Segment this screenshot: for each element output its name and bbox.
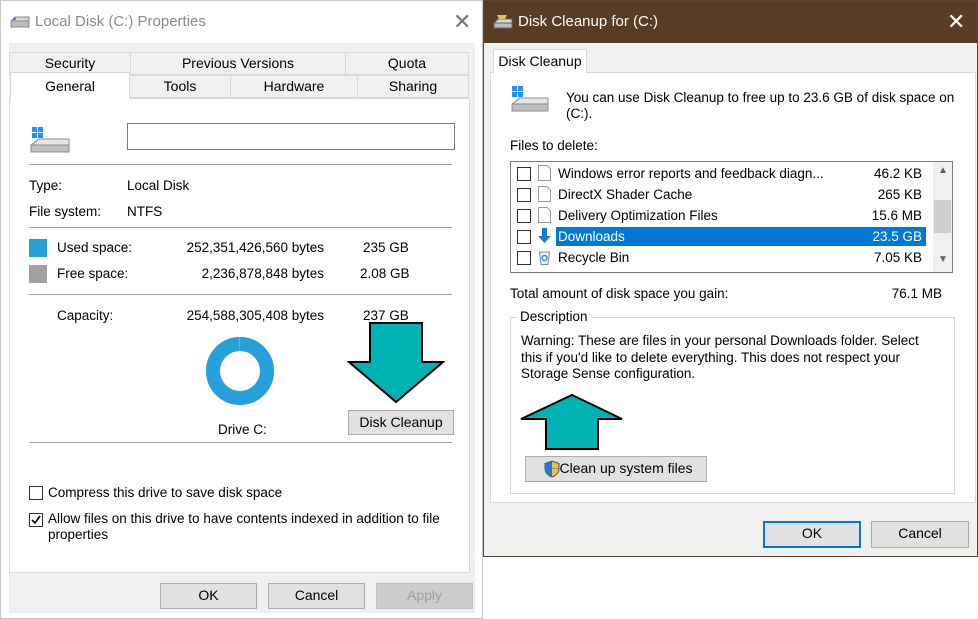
shield-icon [544,460,560,478]
capacity-label: Capacity: [57,308,114,323]
free-space-label: Free space: [57,266,129,281]
free-space-bytes: 2,236,878,848 bytes [201,266,324,281]
document-icon [538,207,551,223]
down-arrow-annotation-icon [347,322,445,404]
list-item[interactable]: Recycle Bin 7.05 KB [511,247,931,268]
index-label: Allow files on this drive to have conten… [48,511,440,542]
properties-body: Security Previous Versions Quota Tools H… [9,43,475,613]
cleanup-disk-icon [511,86,549,112]
index-checkbox[interactable] [29,513,43,527]
properties-close-icon[interactable]: ✕ [453,11,471,33]
cleanup-ok-button[interactable]: OK [763,521,861,548]
separator [29,164,452,165]
list-item[interactable]: Windows error reports and feedback diagn… [511,163,931,184]
capacity-bytes: 254,588,305,408 bytes [186,308,324,323]
type-value: Local Disk [127,178,190,193]
total-gain-label: Total amount of disk space you gain: [510,286,729,301]
files-scrollbar[interactable]: ▲ ▼ [933,162,952,272]
separator [29,294,452,295]
file-size: 46.2 KB [873,166,922,181]
local-disk-icon [30,127,70,153]
separator [29,227,452,228]
tab-previous-versions[interactable]: Previous Versions [130,52,346,75]
file-checkbox[interactable] [517,167,531,181]
used-space-swatch [29,239,47,257]
separator [29,442,452,443]
ok-button[interactable]: OK [160,583,257,609]
file-system-value: NTFS [127,204,163,219]
description-text: Warning: These are files in your persona… [521,333,919,381]
tab-disk-cleanup[interactable]: Disk Cleanup [493,49,587,73]
list-item[interactable]: Downloads 23.5 GB [511,226,931,247]
apply-button[interactable]: Apply [376,583,473,609]
checkmark-icon [31,515,41,525]
file-size: 265 KB [877,187,922,202]
used-space-gb: 235 GB [363,240,409,255]
download-arrow-icon [538,228,551,243]
list-item[interactable]: DirectX Shader Cache 265 KB [511,184,931,205]
used-space-bytes: 252,351,426,560 bytes [186,240,324,255]
drive-label: Drive C: [218,422,267,437]
cancel-button[interactable]: Cancel [268,583,365,609]
scroll-down-icon[interactable]: ▼ [938,254,948,265]
compress-checkbox[interactable] [29,486,43,500]
cleanup-cancel-button[interactable]: Cancel [871,521,969,548]
compress-label: Compress this drive to save disk space [48,485,283,500]
clean-up-system-files-button[interactable]: Clean up system files [525,456,707,482]
files-to-delete-label: Files to delete: [510,138,598,153]
scroll-up-icon[interactable]: ▲ [938,165,948,176]
disk-cleanup-window: Disk Cleanup for (C:) ✕ Disk Cleanup You… [483,0,978,557]
tab-general[interactable]: General [10,72,130,99]
disk-cleanup-titlebar: Disk Cleanup for (C:) ✕ [484,1,977,43]
file-checkbox[interactable] [517,230,531,244]
free-space-gb: 2.08 GB [360,266,410,281]
capacity-gb: 237 GB [363,308,409,323]
clean-up-system-files-label: Clean up system files [559,460,693,476]
drive-name-input[interactable] [127,123,455,150]
donut-used-segment [206,337,274,405]
file-checkbox[interactable] [517,188,531,202]
cleanup-intro-text: You can use Disk Cleanup to free up to 2… [566,90,955,121]
file-size: 23.5 GB [851,227,926,246]
tab-sharing[interactable]: Sharing [357,75,469,98]
file-checkbox[interactable] [517,209,531,223]
files-to-delete-list[interactable]: Windows error reports and feedback diagn… [510,161,953,273]
scroll-thumb[interactable] [934,200,951,233]
usage-donut-chart [206,337,274,405]
tab-quota[interactable]: Quota [345,52,469,75]
disk-cleanup-title: Disk Cleanup for (C:) [518,13,659,30]
total-gain-value: 76.1 MB [891,286,942,301]
disk-cleanup-close-icon[interactable]: ✕ [947,11,965,33]
type-label: Type: [29,178,63,193]
tab-hardware[interactable]: Hardware [230,75,358,98]
list-item[interactable]: Delivery Optimization Files 15.6 MB [511,205,931,226]
description-label: Description [517,309,591,324]
properties-window: Local Disk (C:) Properties ✕ Security Pr… [0,0,483,619]
file-checkbox[interactable] [517,251,531,265]
cleanup-drive-icon [493,15,513,29]
free-space-swatch [29,265,47,283]
used-space-label: Used space: [57,240,133,255]
file-size: 15.6 MB [871,208,922,223]
properties-titlebar: Local Disk (C:) Properties ✕ [1,1,482,43]
file-size: 7.05 KB [873,250,922,265]
drive-icon [10,16,30,28]
tab-tools[interactable]: Tools [129,75,231,98]
disk-cleanup-button[interactable]: Disk Cleanup [348,410,454,435]
properties-title: Local Disk (C:) Properties [35,13,206,30]
file-system-label: File system: [29,204,102,219]
recycle-bin-icon [538,251,551,265]
document-icon [538,186,551,202]
document-icon [538,165,551,181]
up-arrow-annotation-icon [520,393,623,450]
